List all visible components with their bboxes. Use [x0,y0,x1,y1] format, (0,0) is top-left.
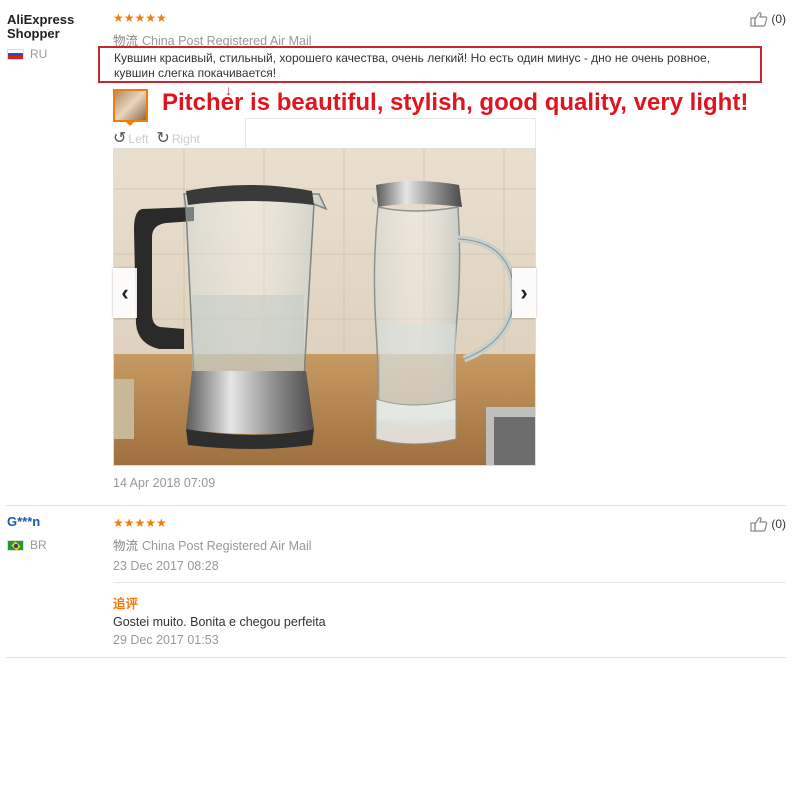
thumbs-up-icon [750,12,768,27]
review-text: Кувшин красивый, стильный, хорошего каче… [98,46,762,83]
review-date: 14 Apr 2018 07:09 [113,476,216,490]
rotate-right-icon: ↻ [156,130,170,147]
russia-flag-icon [7,48,24,60]
country-code: RU [30,47,48,61]
rotate-left-label: Left [128,132,149,146]
rotate-controls: ↺ Left ↻ Right [113,130,200,148]
logistics-label: 物流 [113,539,139,553]
followup-divider [113,582,786,583]
reviewer-country: BR [7,538,47,552]
helpful-count: (0) [771,517,786,531]
review-divider [6,657,786,658]
thumbnail-pointer [125,121,135,126]
previous-photo-button[interactable]: ‹ [113,268,137,318]
review-item: AliExpress Shopper RU ★★★★★ 物流 China Post… [0,0,790,505]
review-date: 23 Dec 2017 08:28 [113,559,219,573]
thumbs-up-icon [750,517,768,532]
helpful-button[interactable]: (0) [750,11,786,27]
star-rating: ★★★★★ [113,516,167,530]
followup-label: 追评 [113,597,139,611]
star-rating: ★★★★★ [113,11,167,25]
kettle-and-pitcher-photo [114,149,535,465]
rotate-left-icon: ↺ [113,130,127,147]
rotate-right-label: Right [171,132,200,146]
next-photo-button[interactable]: › [512,268,536,318]
country-code: BR [30,538,47,552]
reviewer-name[interactable]: G***n [7,515,40,529]
translation-annotation: Pitcher is beautiful, stylish, good qual… [162,89,749,116]
viewer-toolbar [245,118,536,148]
followup-text: Gostei muito. Bonita e chegou perfeita [113,615,326,629]
review-item: G***n BR ★★★★★ 物流 China Post Registered A… [0,505,790,658]
helpful-count: (0) [771,12,786,26]
photo-thumbnail[interactable] [113,89,148,122]
review-photo [113,148,536,466]
brazil-flag-icon [7,539,24,551]
rotate-right-button[interactable]: ↻ Right [156,130,200,147]
helpful-button[interactable]: (0) [750,516,786,532]
reviewer-name: AliExpress Shopper [7,12,75,41]
logistics-info: 物流 China Post Registered Air Mail [113,535,312,554]
followup-date: 29 Dec 2017 01:53 [113,633,219,647]
reviewer-country: RU [7,47,47,61]
logistics-method: China Post Registered Air Mail [142,539,312,553]
rotate-left-button[interactable]: ↺ Left [113,130,149,147]
